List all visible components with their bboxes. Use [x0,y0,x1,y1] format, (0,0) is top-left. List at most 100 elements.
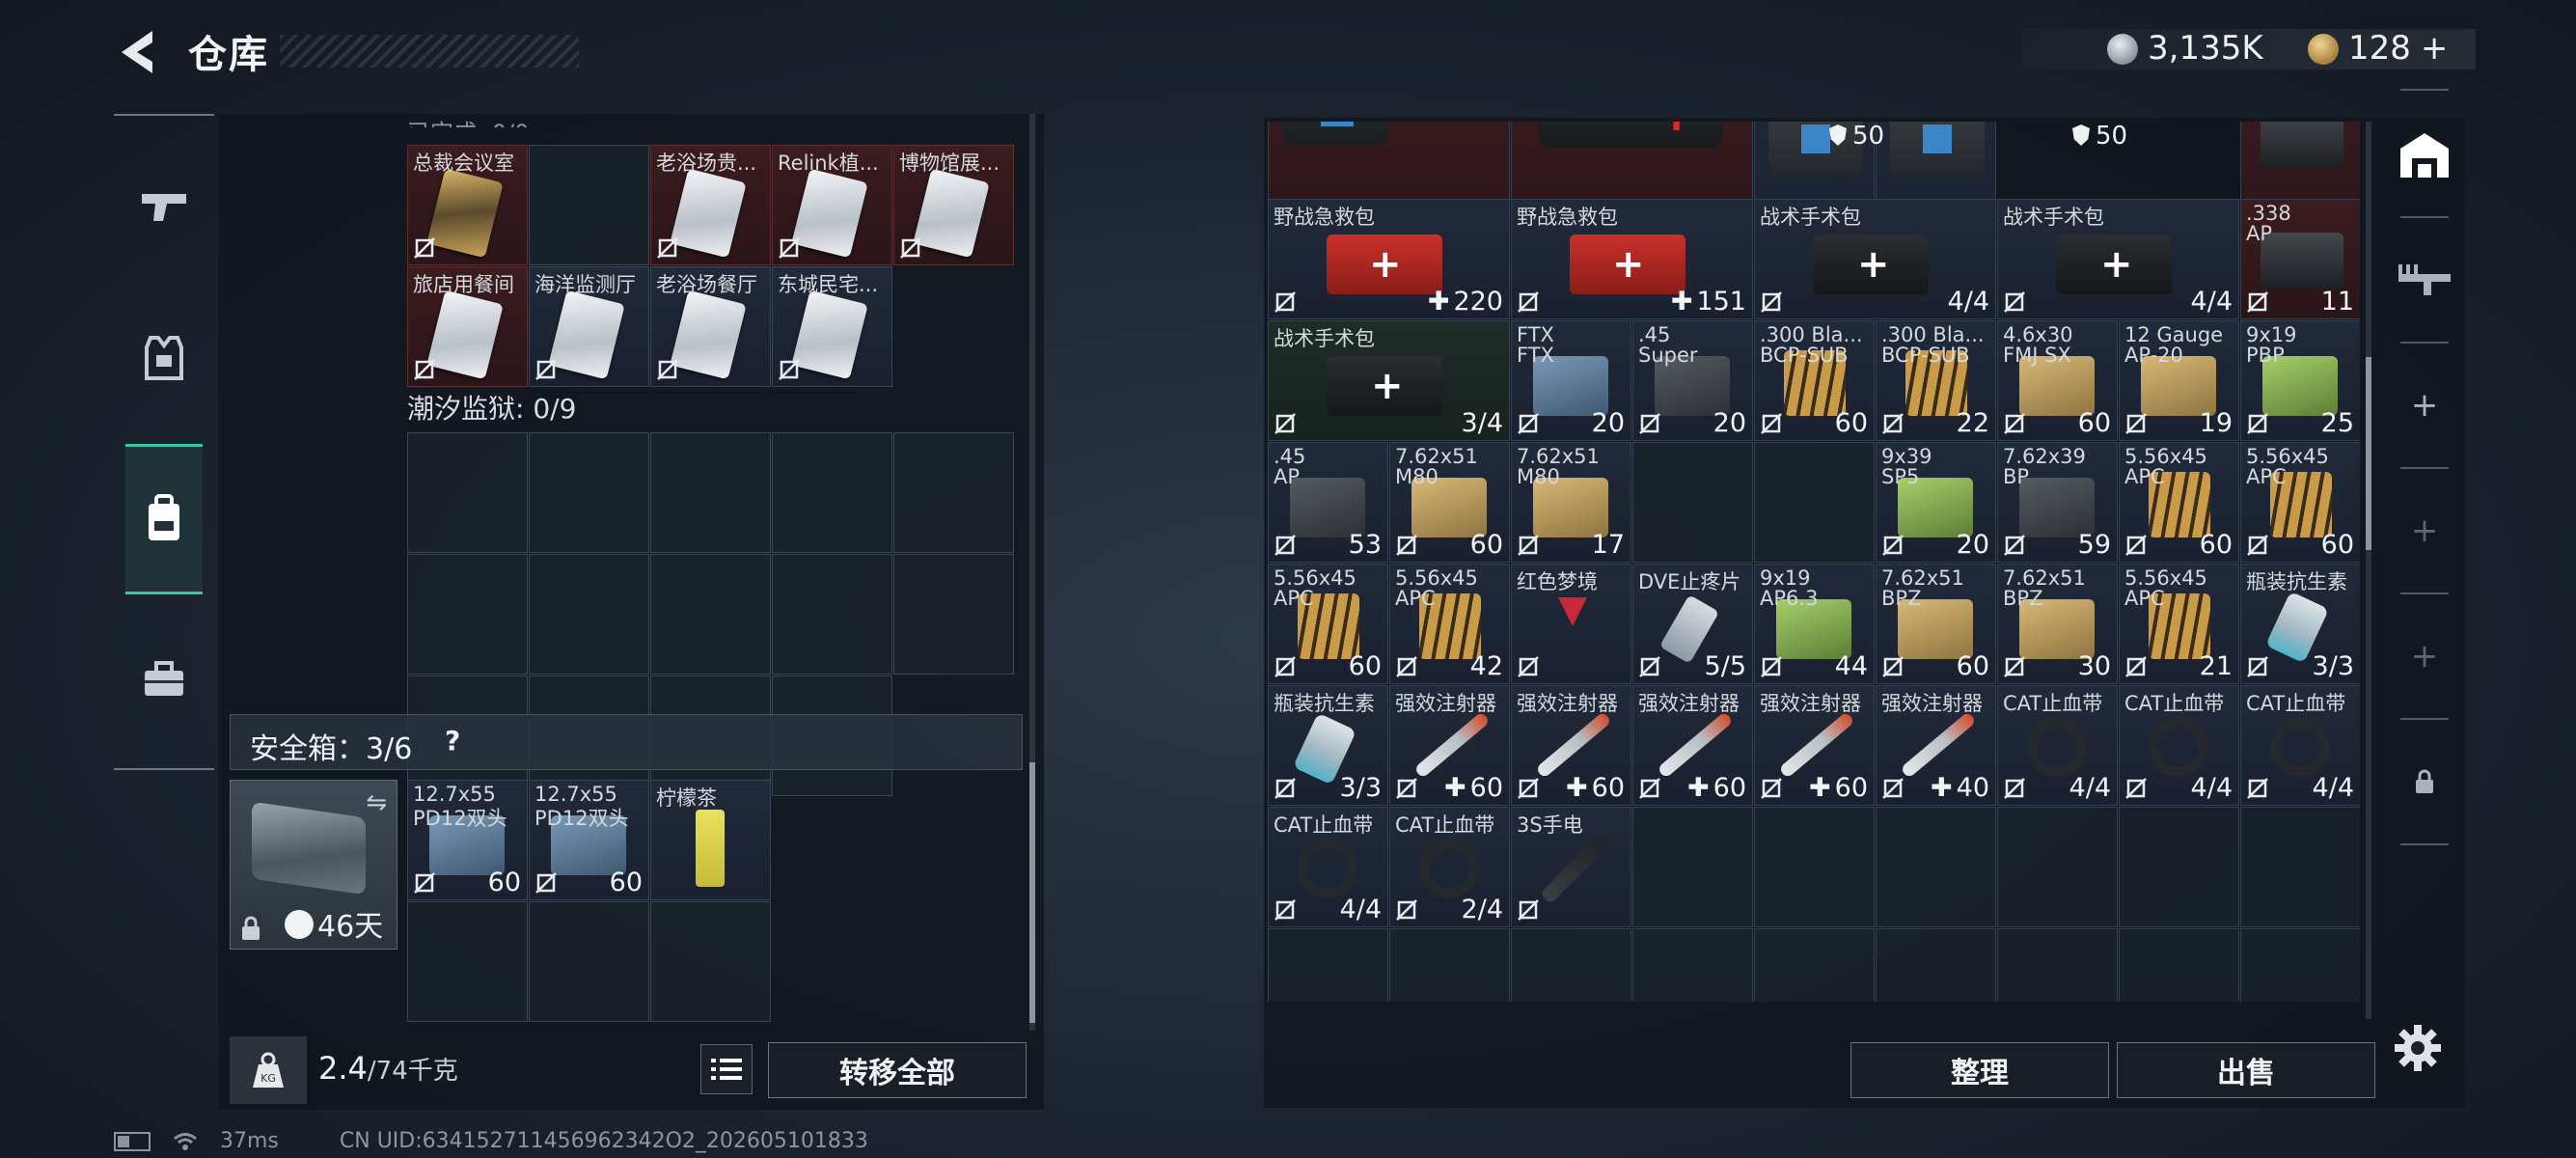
empty-slot[interactable] [1876,928,1996,1002]
stash-item[interactable]: 强效注射器 ✚ 60 [1511,685,1631,806]
stash-item[interactable]: FTX FTX 20 [1511,320,1631,441]
empty-slot[interactable] [1997,807,2118,927]
secure-item-slot[interactable]: 12.7x55 PD12双头 60 [407,780,528,900]
keycard-slot[interactable]: Relink植... [772,145,892,265]
back-arrow-icon[interactable] [114,27,162,77]
stash-item[interactable]: 12 Gauge AP-20 19 [2119,320,2239,441]
empty-slot[interactable] [1632,807,1753,927]
stash-item[interactable]: 强效注射器 ✚ 60 [1389,685,1510,806]
stash-item[interactable]: .300 Bla... BCP-SUB 22 [1876,320,1996,441]
gold-add-icon[interactable]: + [2421,29,2449,68]
empty-slot[interactable] [772,554,892,675]
nav-tab-backpack[interactable] [125,444,203,594]
empty-slot[interactable] [1754,442,1875,563]
rail-add-storage-1[interactable]: + [2381,347,2468,463]
empty-slot[interactable] [407,901,528,1022]
rail-warehouse[interactable] [2381,96,2468,212]
stash-item[interactable]: 7.62x39 BP 59 [1997,442,2118,563]
empty-slot[interactable] [1876,807,1996,927]
keycard-slot[interactable]: 总裁会议室 [407,145,528,265]
stash-item[interactable]: 7.62x51 M80 17 [1511,442,1631,563]
sort-button[interactable]: 整理 [1850,1042,2109,1098]
empty-slot[interactable] [650,901,771,1022]
stash-item[interactable]: DVE止疼片 5/5 [1632,564,1753,684]
keycard-slot[interactable]: 老浴场餐厅 [650,266,771,387]
stash-item[interactable]: 9x19 PBP 25 [2240,320,2360,441]
empty-slot[interactable] [1632,928,1753,1002]
stash-item[interactable]: 瓶装抗生素 3/3 [2240,564,2360,684]
rail-locked-storage[interactable] [2381,724,2468,840]
rail-add-storage-3[interactable]: + [2381,598,2468,714]
empty-slot[interactable] [1754,928,1875,1002]
stash-item[interactable]: 强效注射器 ✚ 60 [1632,685,1753,806]
stash-item[interactable]: 野战急救包 ✚220 [1268,199,1510,319]
stash-item[interactable]: CAT止血带 4/4 [1997,685,2118,806]
stash-scrollbar-thumb[interactable] [2366,357,2371,550]
sell-button[interactable]: 出售 [2117,1042,2375,1098]
empty-slot[interactable] [529,554,649,675]
stash-item[interactable]: 7.62x51 M80 60 [1389,442,1510,563]
stash-item[interactable]: 红色梦境 [1511,564,1631,684]
stash-item[interactable]: 瓶装抗生素 3/3 [1268,685,1388,806]
gold-amount[interactable]: 128 + [2348,29,2448,68]
stash-item[interactable]: 5.56x45 APC 42 [1389,564,1510,684]
empty-slot[interactable] [529,432,649,553]
stash-item[interactable]: 5.56x45 APC 60 [1268,564,1388,684]
keycard-slot[interactable]: 博物馆展... [893,145,1014,265]
rail-weapon-storage[interactable] [2381,222,2468,338]
stash-item[interactable]: .300 Bla... BCP-SUB 60 [1754,320,1875,441]
stash-item[interactable]: 野战急救包 ✚151 [1511,199,1753,319]
keycard-slot[interactable]: 海洋监测厅 [529,266,649,387]
stash-item[interactable]: CAT止血带 4/4 [2240,685,2360,806]
stash-item[interactable]: 3S手电 [1511,807,1631,927]
stash-item[interactable]: 4.6x30 FMJ SX 60 [1997,320,2118,441]
empty-slot[interactable] [1511,928,1631,1002]
stash-item[interactable]: 9x19 AP6.3 44 [1754,564,1875,684]
nav-tab-weapons[interactable] [125,135,203,280]
stash-item[interactable]: CAT止血带 2/4 [1389,807,1510,927]
stash-item[interactable]: 7.62x51 BPZ 60 [1876,564,1996,684]
keycard-slot[interactable]: 东城民宅... [772,266,892,387]
empty-slot[interactable] [650,554,771,675]
stash-item[interactable]: 9x39 SP5 20 [1876,442,1996,563]
help-icon[interactable]: ? [445,725,460,757]
empty-slot[interactable] [2119,928,2239,1002]
empty-slot[interactable] [1632,442,1753,563]
stash-item[interactable]: CAT止血带 4/4 [2119,685,2239,806]
nav-tab-toolbox[interactable] [125,606,203,751]
stash-item[interactable]: 强效注射器 ✚ 40 [1876,685,1996,806]
empty-slot[interactable] [2240,928,2360,1002]
stash-item[interactable]: .45 AP 53 [1268,442,1388,563]
stash-item[interactable]: .45 Super 20 [1632,320,1753,441]
secure-item-slot[interactable]: 柠檬茶 [650,780,771,900]
empty-slot[interactable] [2119,807,2239,927]
stash-scrollbar-track[interactable] [2366,122,2371,1019]
stash-item[interactable]: CAT止血带 4/4 [1268,807,1388,927]
stash-item[interactable]: 7.62x51 BPZ 30 [1997,564,2118,684]
empty-slot[interactable] [407,432,528,553]
stash-item[interactable]: 5.56x45 APC 21 [2119,564,2239,684]
stash-item[interactable]: 5.56x45 APC 60 [2240,442,2360,563]
rail-add-storage-2[interactable]: + [2381,473,2468,589]
swap-icon[interactable]: ⇋ [366,788,387,817]
empty-slot[interactable] [2240,807,2360,927]
left-scrollbar-thumb[interactable] [1029,762,1035,1023]
list-view-button[interactable] [700,1044,753,1094]
secure-item-slot[interactable]: 12.7x55 PD12双头 60 [529,780,649,900]
empty-slot[interactable] [772,432,892,553]
secure-case-slot[interactable]: ⇋ 46天 [230,780,397,950]
stash-item[interactable]: .338 AP 11 [2240,199,2360,319]
empty-slot[interactable] [407,554,528,675]
empty-slot[interactable] [650,432,771,553]
transfer-all-button[interactable]: 转移全部 [768,1042,1027,1098]
empty-slot[interactable] [1268,928,1388,1002]
empty-slot[interactable] [893,554,1014,675]
stash-item[interactable]: 战术手术包 4/4 [1754,199,1996,319]
keycard-slot[interactable]: 老浴场贵... [650,145,771,265]
nav-tab-equipment[interactable] [125,286,203,430]
keycard-slot[interactable] [529,145,649,265]
stash-item[interactable]: 战术手术包 4/4 [1997,199,2239,319]
empty-slot[interactable] [1754,807,1875,927]
empty-slot[interactable] [893,432,1014,553]
stash-item[interactable]: 强效注射器 ✚ 60 [1754,685,1875,806]
